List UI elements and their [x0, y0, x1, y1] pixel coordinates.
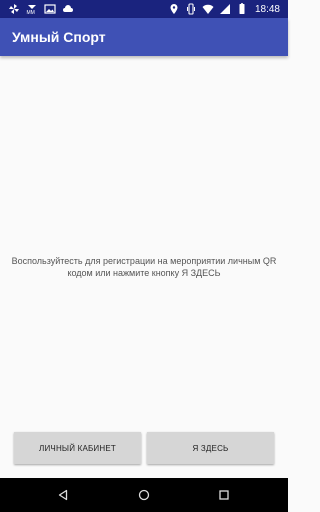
image-icon [44, 3, 56, 15]
pinwheel-icon [8, 3, 20, 15]
navigation-bar [0, 478, 288, 512]
cloud-icon [62, 3, 74, 15]
wifi-icon [202, 3, 214, 15]
app-bar: Умный Спорт [0, 18, 288, 56]
home-icon[interactable] [135, 486, 153, 504]
signal-icon [219, 3, 231, 15]
back-icon[interactable] [54, 486, 72, 504]
app-title: Умный Спорт [12, 29, 106, 45]
status-bar: MM 18:48 [0, 0, 288, 18]
main-content: Воспользуйтесть для регистрации на мероп… [0, 56, 288, 476]
mm-icon: MM [26, 3, 38, 16]
status-time: 18:48 [254, 3, 280, 15]
recents-icon[interactable] [215, 486, 233, 504]
vibrate-icon [185, 3, 197, 15]
battery-icon [236, 3, 248, 15]
i-am-here-button[interactable]: Я ЗДЕСЬ [147, 432, 274, 464]
personal-cabinet-button[interactable]: ЛИЧНЫЙ КАБИНЕТ [14, 432, 141, 464]
registration-message: Воспользуйтесть для регистрации на мероп… [11, 256, 277, 278]
svg-text:MM: MM [27, 10, 35, 15]
location-icon [168, 3, 180, 15]
